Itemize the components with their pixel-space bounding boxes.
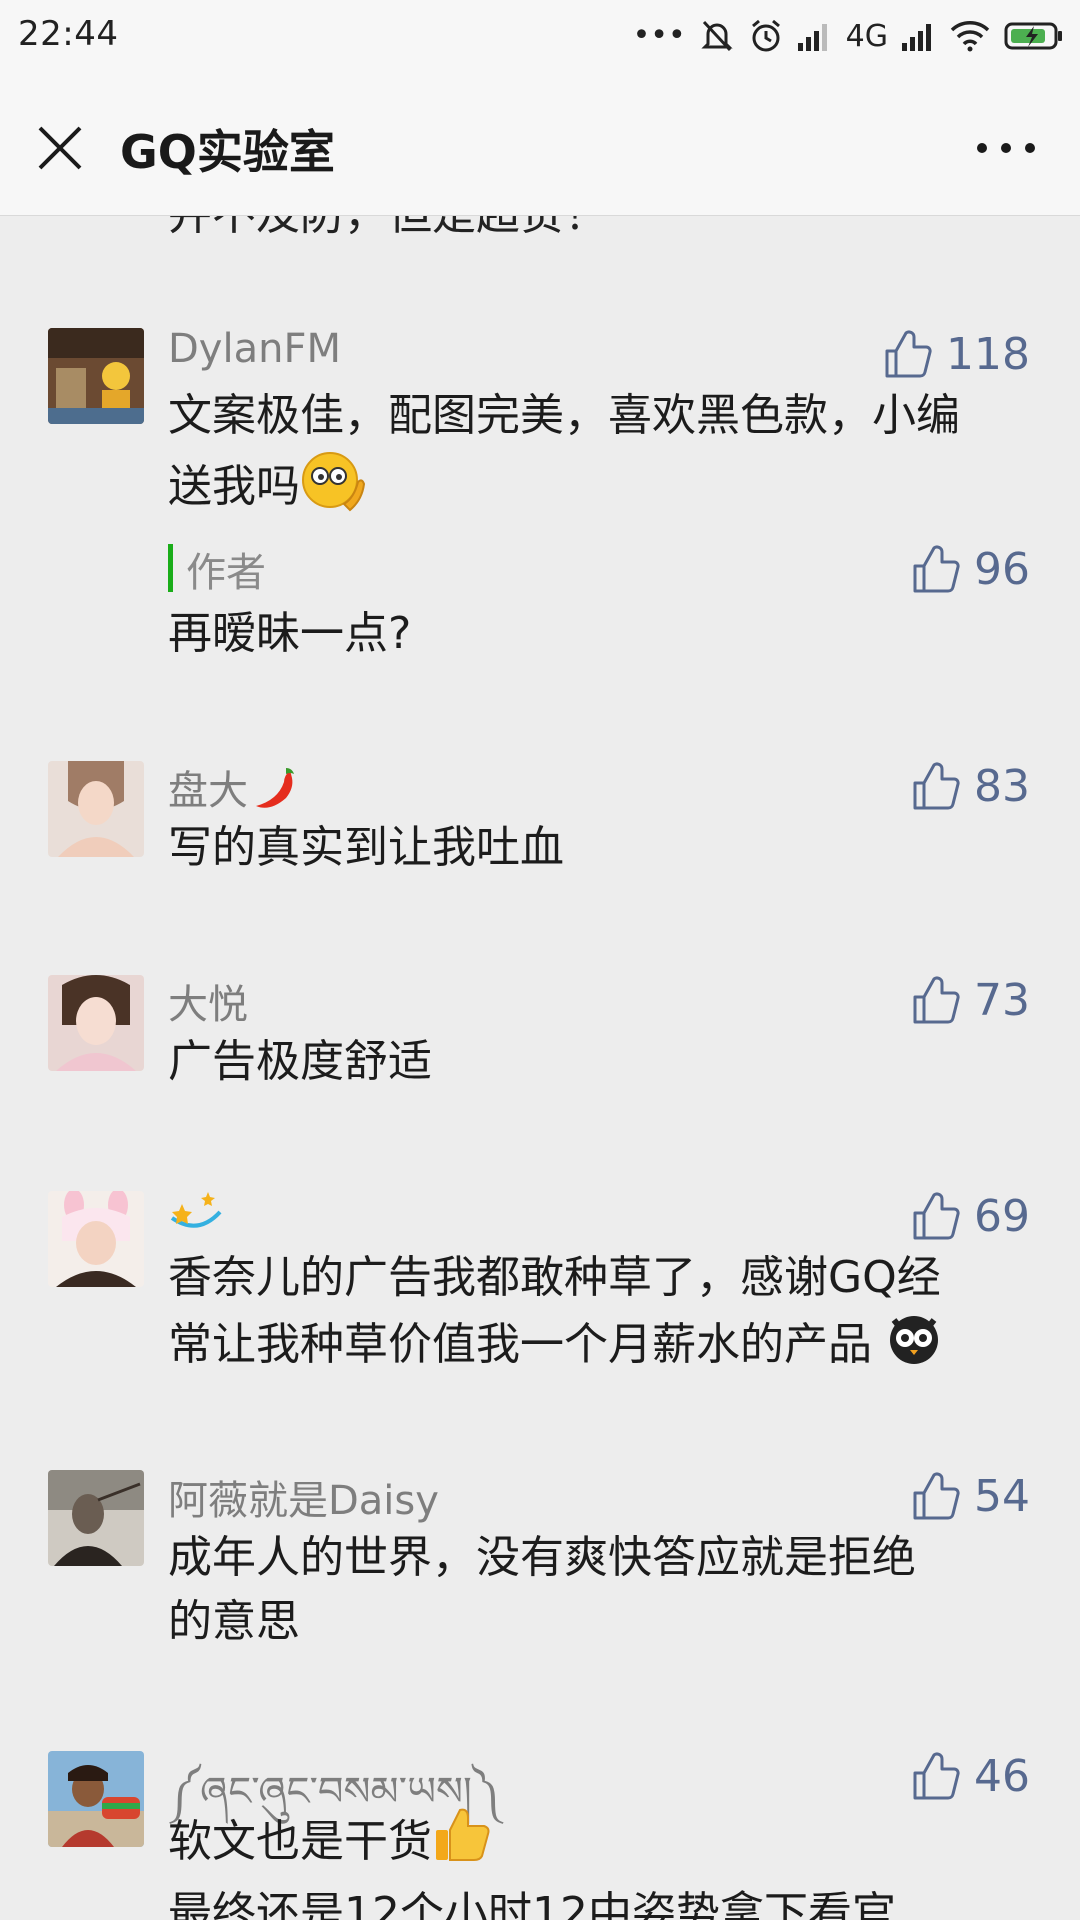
comment-author[interactable] xyxy=(168,1188,224,1242)
comment-text-line: 送我吗 xyxy=(168,461,300,512)
like-count: 46 xyxy=(974,1750,1030,1802)
like-button[interactable]: 96 xyxy=(912,541,1030,597)
mute-icon xyxy=(701,20,733,52)
thumbs-up-icon xyxy=(913,1472,960,1520)
like-button[interactable]: 54 xyxy=(912,1468,1030,1524)
thumbs-up-icon xyxy=(913,762,960,810)
like-count: 96 xyxy=(974,543,1030,595)
comment-text-line: 成年人的世界，没有爽快答应就是拒绝 xyxy=(168,1532,916,1583)
page-title: GQ实验室 xyxy=(120,125,335,179)
network-type: 4G xyxy=(845,18,888,54)
close-icon[interactable] xyxy=(28,116,92,180)
comment-text: 文案极佳，配图完美，喜欢黑色款，小编 送我吗 xyxy=(168,384,1038,530)
like-button[interactable]: 73 xyxy=(912,972,1030,1028)
comment-text-line: 最终还是12个小时12中姿势拿下看官 xyxy=(168,1888,896,1920)
author-reply-marker xyxy=(168,544,173,592)
comment-text: 香奈儿的广告我都敢种草了，感谢GQ经 常让我种草价值我一个月薪水的产品 xyxy=(168,1246,1038,1384)
comment-author[interactable]: 阿薇就是Daisy xyxy=(168,1468,439,1526)
avatar[interactable] xyxy=(48,1470,144,1566)
avatar[interactable] xyxy=(48,1191,144,1287)
author-reply-text: 再暧昧一点? xyxy=(168,608,412,659)
status-bar: 22:44 ••• 4G xyxy=(0,0,1080,72)
like-button[interactable]: 118 xyxy=(884,326,1030,382)
comment-text-line: 文案极佳，配图完美，喜欢黑色款，小编 xyxy=(168,390,960,441)
avatar[interactable] xyxy=(48,975,144,1071)
status-icons: ••• 4G xyxy=(633,16,1064,56)
like-count: 118 xyxy=(946,328,1030,380)
comment-text-line: 软文也是干货 xyxy=(168,1816,432,1867)
comment-author-text: 盘大 xyxy=(168,768,248,814)
thumbs-up-icon xyxy=(913,1192,960,1240)
thumbs-up-icon xyxy=(885,330,932,378)
comment-list[interactable]: 并不及防，但是超贵！ DylanFM 118 文案极佳，配图完美，喜欢黑色款，小… xyxy=(0,216,1080,1920)
thumbs-up-icon xyxy=(913,545,960,593)
comment-author[interactable]: 盘大 xyxy=(168,758,300,822)
signal-icon xyxy=(797,24,827,51)
like-button[interactable]: 46 xyxy=(912,1748,1030,1804)
comment-text: 成年人的世界，没有爽快答应就是拒绝 的意思 xyxy=(168,1526,1038,1654)
avatar[interactable] xyxy=(48,761,144,857)
thumbs-up-icon xyxy=(913,976,960,1024)
avatar[interactable] xyxy=(48,328,144,424)
comment-text-line: 常让我种草价值我一个月薪水的产品 xyxy=(168,1319,872,1370)
comment-author[interactable]: 大悦 xyxy=(168,972,248,1030)
battery-icon xyxy=(1004,22,1062,50)
comment-text-line: 香奈儿的广告我都敢种草了，感谢GQ经 xyxy=(168,1252,941,1303)
like-button[interactable]: 83 xyxy=(912,758,1030,814)
wifi-icon xyxy=(950,21,990,52)
navigation-bar: GQ实验室 xyxy=(0,72,1080,216)
comment-author[interactable]: DylanFM xyxy=(168,326,341,372)
sparkle-emoji-icon xyxy=(168,1188,224,1242)
more-dots-icon: ••• xyxy=(632,18,686,53)
thumbs-up-icon xyxy=(913,1752,960,1800)
chili-pepper-emoji-icon xyxy=(252,764,300,822)
like-button[interactable]: 69 xyxy=(912,1188,1030,1244)
like-count: 83 xyxy=(974,760,1030,812)
thumbs-up-emoji-icon xyxy=(432,1806,492,1882)
cut-off-comment-text: 并不及防，但是超贵！ xyxy=(168,216,608,242)
thinking-emoji-icon xyxy=(300,448,368,530)
like-count: 73 xyxy=(974,974,1030,1026)
comment-text: 广告极度舒适 xyxy=(168,1036,432,1087)
owl-emoji-icon xyxy=(886,1310,942,1384)
more-icon[interactable] xyxy=(970,128,1042,168)
like-count: 54 xyxy=(974,1470,1030,1522)
comment-text: 软文也是干货 最终还是12个小时12中姿势拿下看官 xyxy=(168,1806,1038,1920)
author-reply-label: 作者 xyxy=(186,550,266,596)
comment-text: 写的真实到让我吐血 xyxy=(168,822,564,873)
avatar[interactable] xyxy=(48,1751,144,1847)
like-count: 69 xyxy=(974,1190,1030,1242)
status-time: 22:44 xyxy=(18,14,119,54)
alarm-icon xyxy=(751,19,780,52)
comment-text-line: 的意思 xyxy=(168,1596,300,1647)
signal-icon-2 xyxy=(902,24,931,51)
